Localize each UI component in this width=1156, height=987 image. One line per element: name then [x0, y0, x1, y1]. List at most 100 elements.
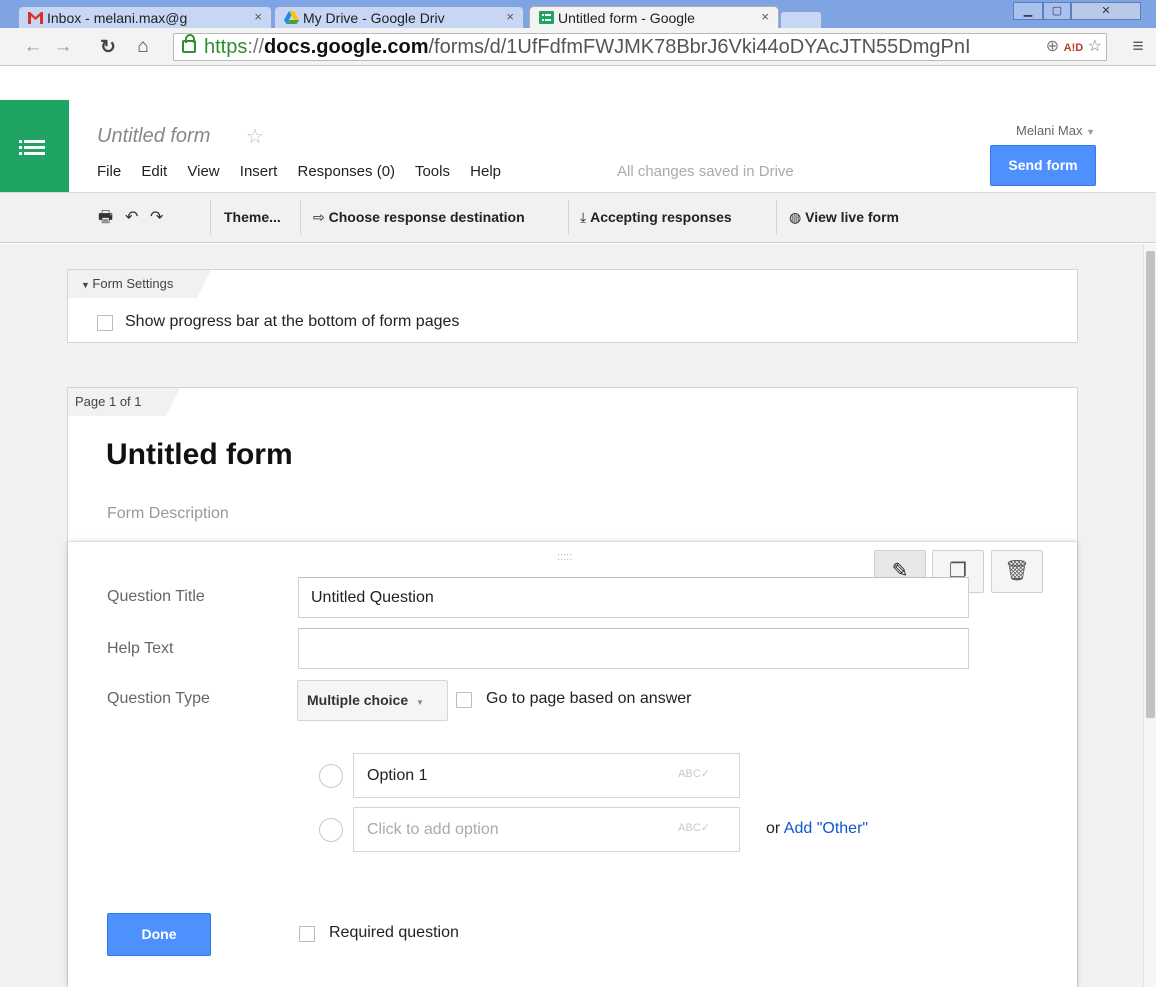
extension-icon[interactable]: A!D: [1064, 42, 1084, 54]
required-question-checkbox[interactable]: [299, 926, 315, 942]
menu-insert[interactable]: Insert: [240, 163, 278, 180]
question-title-input[interactable]: [298, 577, 969, 618]
browser-toolbar: ← → ↻ ⌂ https://docs.google.com/forms/d/…: [0, 28, 1156, 66]
form-settings-header: Form Settings: [92, 276, 174, 291]
tab-title: Untitled form - Google: [558, 10, 695, 26]
send-form-button[interactable]: Send form: [990, 145, 1096, 186]
account-menu[interactable]: Melani Max ▼: [1016, 123, 1095, 138]
globe-icon: ◍: [789, 209, 806, 225]
accepting-responses-label: Accepting responses: [590, 209, 732, 225]
menu-responses[interactable]: Responses (0): [297, 163, 395, 180]
tab-gmail[interactable]: Inbox - melani.max@g ×: [18, 6, 272, 28]
document-title[interactable]: Untitled form: [97, 125, 210, 148]
browser-tab-strip: Inbox - melani.max@g × My Drive - Google…: [0, 0, 1156, 28]
spellcheck-icon: ABC✓: [678, 822, 710, 834]
help-text-input[interactable]: [298, 628, 969, 669]
menu-tools[interactable]: Tools: [415, 163, 450, 180]
print-icon[interactable]: 🖶: [98, 193, 113, 242]
chevron-down-icon: ▼: [416, 698, 424, 707]
scrollbar-thumb[interactable]: [1146, 251, 1155, 718]
accepting-responses-button[interactable]: ⤓ Accepting responses: [580, 193, 732, 242]
save-status: All changes saved in Drive: [617, 163, 794, 180]
home-icon[interactable]: ⌂: [132, 36, 154, 58]
gmail-icon: [28, 12, 43, 24]
view-live-form-button[interactable]: ◍ View live form: [789, 193, 899, 242]
add-option-input[interactable]: Click to add option ABC✓: [353, 807, 740, 852]
go-to-page-checkbox[interactable]: [456, 692, 472, 708]
zoom-icon[interactable]: ⊕: [1046, 38, 1059, 55]
close-tab-icon[interactable]: ×: [506, 9, 514, 24]
bookmark-star-icon[interactable]: ☆: [1088, 38, 1102, 55]
scrollbar[interactable]: [1143, 244, 1156, 987]
add-other-text: or Add "Other": [766, 820, 868, 838]
tab-title: Inbox - melani.max@g: [47, 10, 188, 26]
form-title[interactable]: Untitled form: [106, 438, 293, 472]
spellcheck-icon: ABC✓: [678, 768, 710, 780]
lock-icon: [182, 34, 196, 53]
done-button[interactable]: Done: [107, 913, 211, 956]
form-settings-toggle[interactable]: ▼ Form Settings: [68, 270, 212, 298]
question-type-label: Question Type: [107, 690, 210, 707]
url-host: docs.google.com: [264, 36, 429, 58]
view-live-form-label: View live form: [805, 209, 900, 225]
option-value: Option 1: [367, 767, 428, 784]
forms-icon: [539, 11, 554, 24]
url-scheme: https: [204, 36, 248, 58]
question-type-dropdown[interactable]: Multiple choice ▼: [297, 680, 448, 721]
trash-icon[interactable]: 🗑: [991, 550, 1043, 593]
address-bar[interactable]: https://docs.google.com/forms/d/1UfFdfmF…: [173, 33, 1107, 61]
option-radio: [319, 764, 343, 788]
caret-down-icon: ▼: [81, 280, 93, 290]
drag-handle-icon[interactable]: :::::: [557, 551, 572, 563]
tab-title: My Drive - Google Driv: [303, 10, 445, 26]
help-text-label: Help Text: [107, 640, 174, 657]
url-path: /forms/d/1UfFdfmFWJMK78BbrJ6Vki44oDYAcJT…: [428, 36, 971, 58]
menu-edit[interactable]: Edit: [141, 163, 167, 180]
close-tab-icon[interactable]: ×: [761, 9, 769, 24]
or-text: or: [766, 820, 781, 837]
menu-help[interactable]: Help: [470, 163, 501, 180]
progress-bar-checkbox[interactable]: [97, 315, 113, 331]
export-icon: ⇨: [313, 209, 329, 225]
chevron-down-icon: ▼: [1086, 127, 1096, 137]
download-icon: ⤓: [580, 209, 591, 225]
theme-button[interactable]: Theme...: [224, 193, 281, 242]
add-other-link[interactable]: Add "Other": [784, 820, 868, 837]
menu-bar: File Edit View Insert Responses (0) Tool…: [97, 163, 517, 180]
menu-view[interactable]: View: [187, 163, 219, 180]
minimize-icon[interactable]: ▁: [1013, 2, 1043, 20]
form-description[interactable]: Form Description: [107, 505, 229, 523]
redo-icon[interactable]: ↷: [150, 193, 163, 242]
close-window-icon[interactable]: ✕: [1071, 2, 1141, 20]
choose-response-destination-button[interactable]: ⇨ Choose response destination: [313, 193, 525, 242]
progress-bar-label: Show progress bar at the bottom of form …: [125, 313, 460, 330]
form-settings-panel: ▼ Form Settings Show progress bar at the…: [67, 269, 1078, 343]
question-title-label: Question Title: [107, 588, 205, 605]
add-option-placeholder: Click to add option: [367, 821, 499, 838]
option-input[interactable]: Option 1 ABC✓: [353, 753, 740, 798]
forms-home-icon[interactable]: [0, 100, 69, 193]
drive-icon: [284, 11, 299, 24]
go-to-page-label: Go to page based on answer: [486, 690, 692, 707]
tab-drive[interactable]: My Drive - Google Driv ×: [274, 6, 524, 28]
editor-toolbar: 🖶 ↶ ↷ Theme... ⇨ Choose response destina…: [0, 192, 1156, 243]
menu-icon[interactable]: ≡: [1127, 36, 1149, 58]
address-bar-icons: ⊕ A!D ☆: [1041, 34, 1106, 60]
choose-response-destination-label: Choose response destination: [328, 209, 525, 225]
close-tab-icon[interactable]: ×: [254, 9, 262, 24]
star-icon[interactable]: ☆: [246, 124, 264, 149]
user-name: Melani Max: [1016, 123, 1083, 138]
back-icon[interactable]: ←: [22, 36, 44, 58]
undo-icon[interactable]: ↶: [125, 193, 138, 242]
question-type-value: Multiple choice: [307, 692, 409, 708]
forward-icon[interactable]: →: [52, 36, 74, 58]
menu-file[interactable]: File: [97, 163, 121, 180]
page-label: Page 1 of 1: [68, 388, 179, 416]
url-separator: ://: [247, 36, 265, 58]
maximize-icon[interactable]: ▢: [1043, 2, 1071, 20]
add-option-radio: [319, 818, 343, 842]
new-tab-button[interactable]: [780, 11, 822, 28]
required-question-label: Required question: [329, 924, 459, 941]
reload-icon[interactable]: ↻: [97, 36, 119, 59]
tab-forms[interactable]: Untitled form - Google ×: [529, 6, 779, 28]
